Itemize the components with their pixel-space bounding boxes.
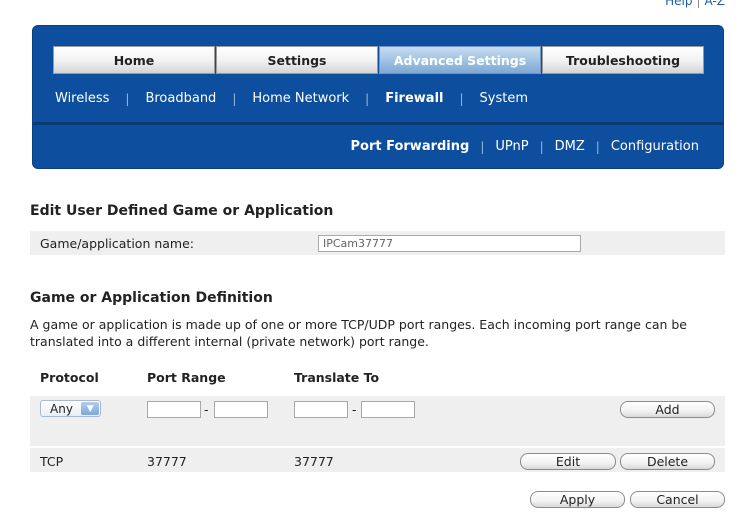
nav-configuration[interactable]: Configuration [611, 139, 699, 154]
port-range-dash: - [204, 402, 209, 417]
cancel-button[interactable]: Cancel [630, 491, 725, 508]
translate-end-input[interactable] [361, 401, 415, 418]
edit-section-title: Edit User Defined Game or Application [30, 203, 334, 219]
protocol-select[interactable]: Any ▼ [40, 400, 101, 417]
tab-home[interactable]: Home [53, 46, 215, 74]
row-port-range: 37777 [147, 454, 187, 469]
sub-nav-firewall[interactable]: Firewall [385, 91, 443, 106]
port-range-header: Port Range [147, 370, 226, 385]
sub-nav-separator: | [232, 91, 237, 106]
sub-nav-home-network[interactable]: Home Network [252, 91, 349, 106]
help-link[interactable]: Help [665, 0, 692, 8]
tab-advanced-settings[interactable]: Advanced Settings [379, 46, 541, 74]
top-links: Help | A-Z [665, 0, 725, 8]
translate-dash: - [352, 402, 357, 417]
firewall-nav-separator: | [480, 139, 485, 154]
a-z-link[interactable]: A-Z [705, 0, 726, 8]
definition-description: A game or application is made up of one … [30, 317, 687, 349]
firewall-nav-separator: | [539, 139, 544, 154]
add-button[interactable]: Add [620, 401, 715, 418]
translate-start-input[interactable] [294, 401, 348, 418]
protocol-select-value: Any [50, 401, 73, 416]
nav-upnp[interactable]: UPnP [495, 139, 528, 154]
port-range-start-input[interactable] [147, 401, 201, 418]
port-range-end-input[interactable] [214, 401, 268, 418]
nav-port-forwarding[interactable]: Port Forwarding [351, 139, 470, 154]
row-protocol: TCP [40, 454, 64, 469]
tab-settings[interactable]: Settings [216, 46, 378, 74]
game-name-label: Game/application name: [40, 236, 195, 251]
navigation-panel: Home Settings Advanced Settings Troubles… [32, 25, 724, 169]
firewall-nav-separator: | [595, 139, 600, 154]
apply-button[interactable]: Apply [530, 491, 625, 508]
sub-nav-separator: | [125, 91, 130, 106]
row-translate-to: 37777 [294, 454, 334, 469]
chevron-down-icon[interactable]: ▼ [81, 402, 99, 415]
delete-button[interactable]: Delete [620, 453, 715, 470]
sub-nav-wireless[interactable]: Wireless [55, 91, 109, 106]
top-links-separator: | [696, 0, 701, 8]
definition-section-title: Game or Application Definition [30, 290, 273, 306]
sub-nav-separator: | [365, 91, 370, 106]
edit-button[interactable]: Edit [520, 453, 616, 470]
sub-nav-broadband[interactable]: Broadband [145, 91, 216, 106]
nav-dmz[interactable]: DMZ [555, 139, 585, 154]
firewall-sub-navigation: Port Forwarding | UPnP | DMZ | Configura… [351, 139, 700, 154]
protocol-header: Protocol [40, 370, 99, 385]
nav-divider [33, 122, 723, 125]
main-tabs: Home Settings Advanced Settings Troubles… [53, 46, 704, 74]
translate-to-header: Translate To [294, 370, 380, 385]
sub-navigation: Wireless | Broadband | Home Network | Fi… [55, 91, 528, 106]
game-name-input[interactable] [318, 235, 581, 252]
sub-nav-separator: | [459, 91, 464, 106]
sub-nav-system[interactable]: System [480, 91, 528, 106]
tab-troubleshooting[interactable]: Troubleshooting [542, 46, 704, 74]
